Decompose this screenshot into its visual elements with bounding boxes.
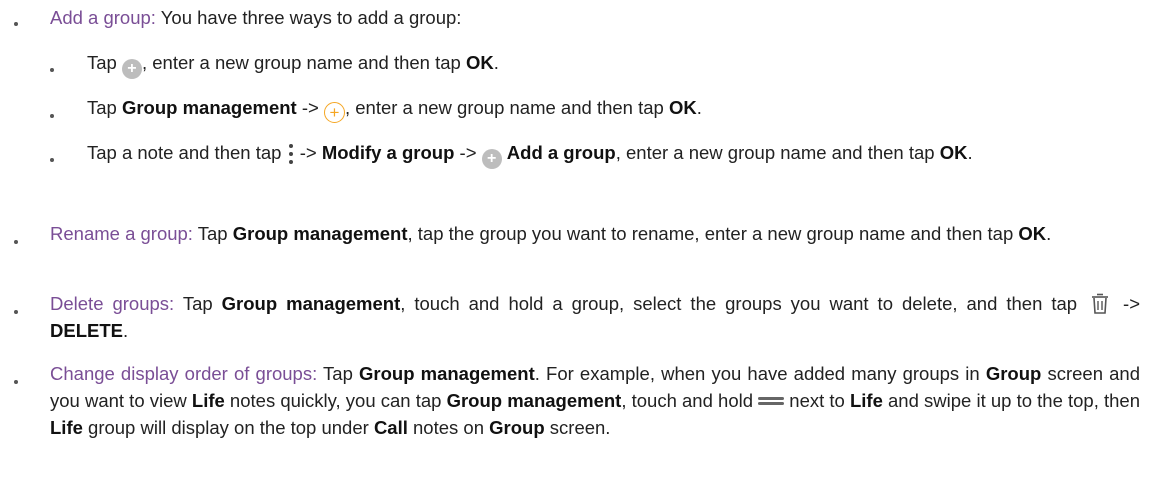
group-management-label: Group management [359, 363, 535, 384]
bullet [14, 372, 20, 384]
sub-item-3: Tap a note and then tap -> Modify a grou… [87, 139, 1140, 169]
sub-item-1: Tap +, enter a new group name and then t… [87, 49, 1140, 79]
modify-group-label: Modify a group [321, 142, 455, 163]
plus-circle-filled-icon: + [481, 149, 502, 169]
life-label: Life [50, 417, 83, 438]
term-add-group: Add a group: [50, 7, 156, 28]
text: screen. [544, 417, 611, 438]
text: -> [1114, 293, 1140, 314]
text: Tap [87, 52, 122, 73]
group-label: Group [489, 417, 545, 438]
more-vertical-icon [287, 143, 295, 165]
term-delete-groups: Delete groups: [50, 293, 175, 314]
sub-item-2: Tap Group management -> +, enter a new g… [87, 94, 1140, 123]
text: . [1046, 223, 1052, 244]
plus-circle-filled-icon: + [121, 59, 142, 79]
text: Tap [317, 363, 359, 384]
text: -> [294, 142, 322, 163]
text: . [493, 52, 499, 73]
list-item-delete-groups: Delete groups: Tap Group management, tou… [50, 290, 1140, 344]
group-label: Group [985, 363, 1042, 384]
text: . [967, 142, 973, 163]
group-management-label: Group management [121, 97, 297, 118]
text: . [122, 320, 129, 341]
text: You have three ways to add a group: [155, 7, 462, 28]
text: , enter a new group name and then tap [141, 52, 466, 73]
text: -> [296, 97, 324, 118]
text: notes on [407, 417, 490, 438]
bullet [50, 106, 56, 118]
plus-circle-outline-icon: + [323, 102, 345, 123]
life-label: Life [849, 390, 883, 411]
text: . For example, when you have added many … [534, 363, 986, 384]
call-label: Call [373, 417, 408, 438]
life-label: Life [191, 390, 225, 411]
text: notes quickly, you can tap [224, 390, 447, 411]
text: Tap [174, 293, 222, 314]
bullet [50, 150, 56, 162]
term-rename-group: Rename a group: [50, 223, 193, 244]
bullet [14, 232, 20, 244]
add-group-label: Add a group [506, 142, 616, 163]
text: group will display on the top under [82, 417, 374, 438]
text: , enter a new group name and then tap [344, 97, 669, 118]
ok-label: OK [465, 52, 494, 73]
text: , touch and hold [621, 390, 759, 411]
group-management-label: Group management [446, 390, 622, 411]
trash-icon [1090, 293, 1110, 315]
delete-label: DELETE [50, 320, 123, 341]
group-management-label: Group management [232, 223, 408, 244]
text: and swipe it up to the top, then [882, 390, 1140, 411]
text: Tap a note and then tap [87, 142, 287, 163]
text: , tap the group you want to rename, ente… [407, 223, 1019, 244]
text: , enter a new group name and then tap [615, 142, 940, 163]
text: , touch and hold a group, select the gro… [400, 293, 1087, 314]
text: . [696, 97, 702, 118]
ok-label: OK [668, 97, 697, 118]
list-item-rename-group: Rename a group: Tap Group management, ta… [50, 220, 1140, 247]
text: next to [784, 390, 850, 411]
bullet [14, 302, 20, 314]
ok-label: OK [1018, 223, 1047, 244]
text: -> [454, 142, 482, 163]
term-change-order: Change display order of groups: [50, 363, 318, 384]
drag-handle-icon [758, 396, 785, 406]
bullet [14, 14, 20, 26]
list-item-change-order: Change display order of groups: Tap Grou… [50, 360, 1140, 441]
group-management-label: Group management [221, 293, 401, 314]
list-item-add-group: Add a group: You have three ways to add … [50, 4, 1140, 31]
ok-label: OK [939, 142, 968, 163]
text: Tap [87, 97, 122, 118]
bullet [50, 60, 56, 72]
text: Tap [192, 223, 233, 244]
